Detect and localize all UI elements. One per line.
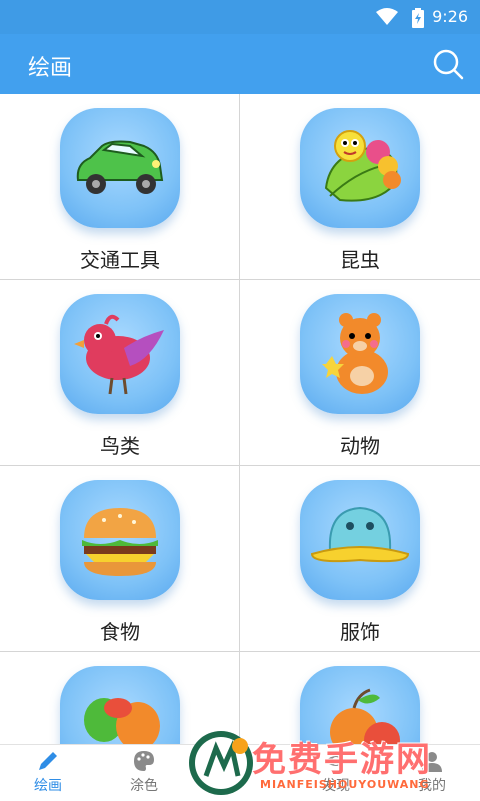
battery-icon: [412, 8, 424, 28]
status-bar: 9:26: [0, 0, 480, 34]
caterpillar-icon: [300, 108, 420, 228]
category-tile-clothing[interactable]: 服饰: [240, 466, 480, 651]
category-label: 昆虫: [340, 248, 380, 272]
watermark-text: 免费手游网: [252, 740, 432, 780]
nav-label: 绘画: [34, 778, 62, 794]
category-label: 食物: [100, 620, 140, 644]
bird-icon: [60, 294, 180, 414]
grid-row: 食物 服饰: [0, 466, 480, 652]
category-label: 鸟类: [100, 434, 140, 458]
nav-tab-coloring[interactable]: 涂色: [96, 745, 192, 801]
category-label: 服饰: [340, 620, 380, 644]
category-tile-vehicles[interactable]: 交通工具: [0, 94, 240, 279]
category-tile-food[interactable]: 食物: [0, 466, 240, 651]
nav-label: 涂色: [130, 778, 158, 794]
bear-icon: [300, 294, 420, 414]
watermark-subtext: MIANFEISHOUYOUWANG: [260, 778, 430, 791]
page-title: 绘画: [28, 56, 73, 81]
burger-icon: [60, 480, 180, 600]
category-label: 动物: [340, 434, 380, 458]
watermark-logo: [189, 731, 253, 795]
grid-row: 交通工具 昆虫: [0, 94, 480, 280]
vegetable-icon: [60, 666, 180, 744]
wifi-icon: [376, 8, 398, 25]
category-tile-birds[interactable]: 鸟类: [0, 280, 240, 465]
hat-icon: [300, 480, 420, 600]
category-tile-insects[interactable]: 昆虫: [240, 94, 480, 279]
status-time: 9:26: [432, 7, 468, 26]
watermark: 免费手游网 MIANFEISHOUYOUWANG: [186, 728, 480, 800]
nav-tab-draw[interactable]: 绘画: [0, 745, 96, 801]
category-grid: 交通工具 昆虫 鸟类 动物 食物 服饰: [0, 94, 480, 744]
pencil-icon: [39, 752, 57, 770]
car-icon: [60, 108, 180, 228]
search-icon[interactable]: [432, 48, 464, 80]
palette-icon: [134, 751, 154, 771]
app-bar: 绘画: [0, 34, 480, 94]
category-label: 交通工具: [80, 248, 160, 272]
category-tile-animals[interactable]: 动物: [240, 280, 480, 465]
grid-row: 鸟类 动物: [0, 280, 480, 466]
